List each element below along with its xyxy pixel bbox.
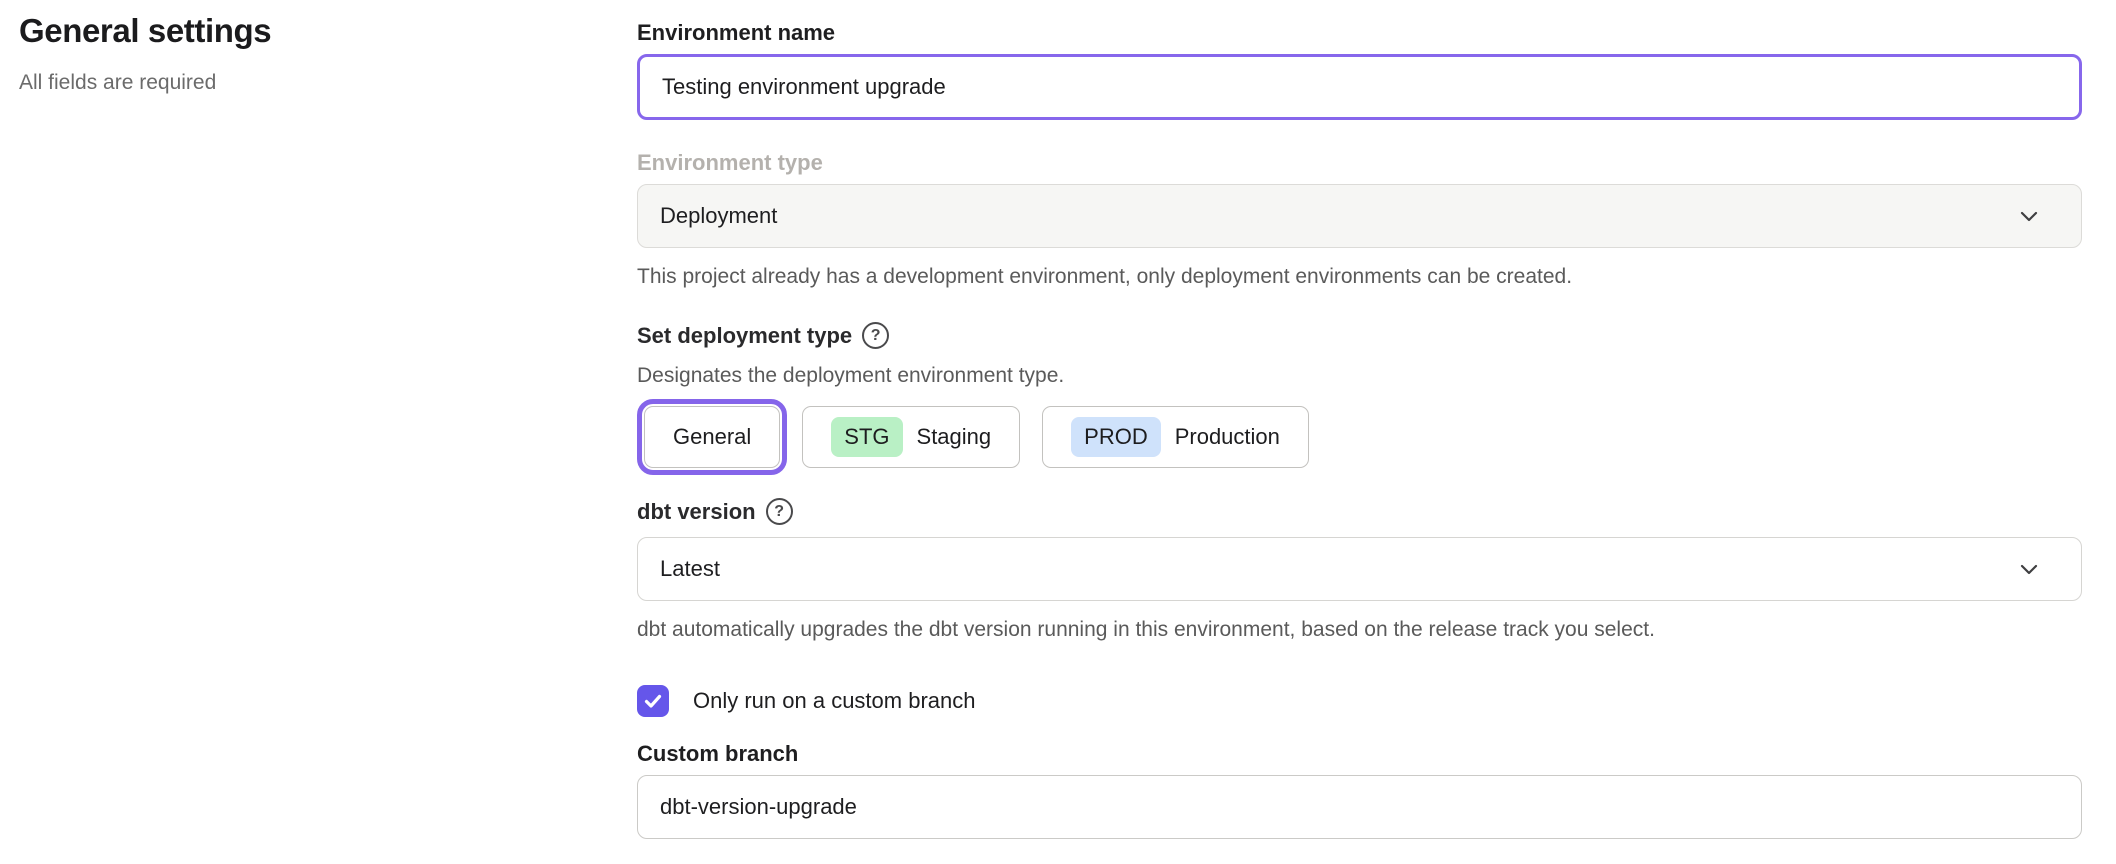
custom-branch-toggle-row: Only run on a custom branch xyxy=(637,685,2082,717)
dbt-version-value: Latest xyxy=(660,556,2017,582)
environment-type-select[interactable]: Deployment xyxy=(637,184,2082,248)
settings-page: General settings All fields are required… xyxy=(0,0,2116,864)
deployment-type-production-button[interactable]: PROD Production xyxy=(1042,406,1309,468)
staging-badge: STG xyxy=(831,417,902,457)
dbt-version-helper: dbt automatically upgrades the dbt versi… xyxy=(637,617,2082,643)
question-circle-icon[interactable]: ? xyxy=(766,498,793,525)
deployment-type-description: Designates the deployment environment ty… xyxy=(637,363,2082,389)
environment-type-label: Environment type xyxy=(637,150,2082,176)
deployment-type-production-label: Production xyxy=(1175,424,1280,450)
deployment-type-header: Set deployment type ? xyxy=(637,322,2082,349)
deployment-type-staging-button[interactable]: STG Staging xyxy=(802,406,1020,468)
dbt-version-label: dbt version xyxy=(637,498,756,525)
environment-type-value: Deployment xyxy=(660,203,2017,229)
deployment-type-options: General STG Staging PROD Production xyxy=(637,406,2082,468)
environment-name-input[interactable] xyxy=(637,54,2082,120)
deployment-type-general-label: General xyxy=(673,424,751,450)
environment-name-label: Environment name xyxy=(637,20,2082,46)
deployment-type-general-button[interactable]: General xyxy=(644,406,780,468)
production-badge: PROD xyxy=(1071,417,1161,457)
page-subtitle: All fields are required xyxy=(19,70,637,96)
dbt-version-select[interactable]: Latest xyxy=(637,537,2082,601)
page-title: General settings xyxy=(19,10,637,52)
settings-form: Environment name Environment type Deploy… xyxy=(637,0,2082,864)
deployment-type-label: Set deployment type xyxy=(637,322,852,349)
custom-branch-toggle-label[interactable]: Only run on a custom branch xyxy=(693,688,975,714)
chevron-down-icon xyxy=(2017,557,2041,581)
deployment-type-staging-label: Staging xyxy=(917,424,992,450)
environment-type-helper: This project already has a development e… xyxy=(637,264,2082,290)
custom-branch-label: Custom branch xyxy=(637,741,2082,767)
check-icon xyxy=(642,690,664,712)
dbt-version-header: dbt version ? xyxy=(637,498,2082,525)
question-circle-icon[interactable]: ? xyxy=(862,322,889,349)
custom-branch-checkbox[interactable] xyxy=(637,685,669,717)
custom-branch-input[interactable] xyxy=(637,775,2082,839)
settings-header: General settings All fields are required xyxy=(0,0,637,864)
chevron-down-icon xyxy=(2017,204,2041,228)
